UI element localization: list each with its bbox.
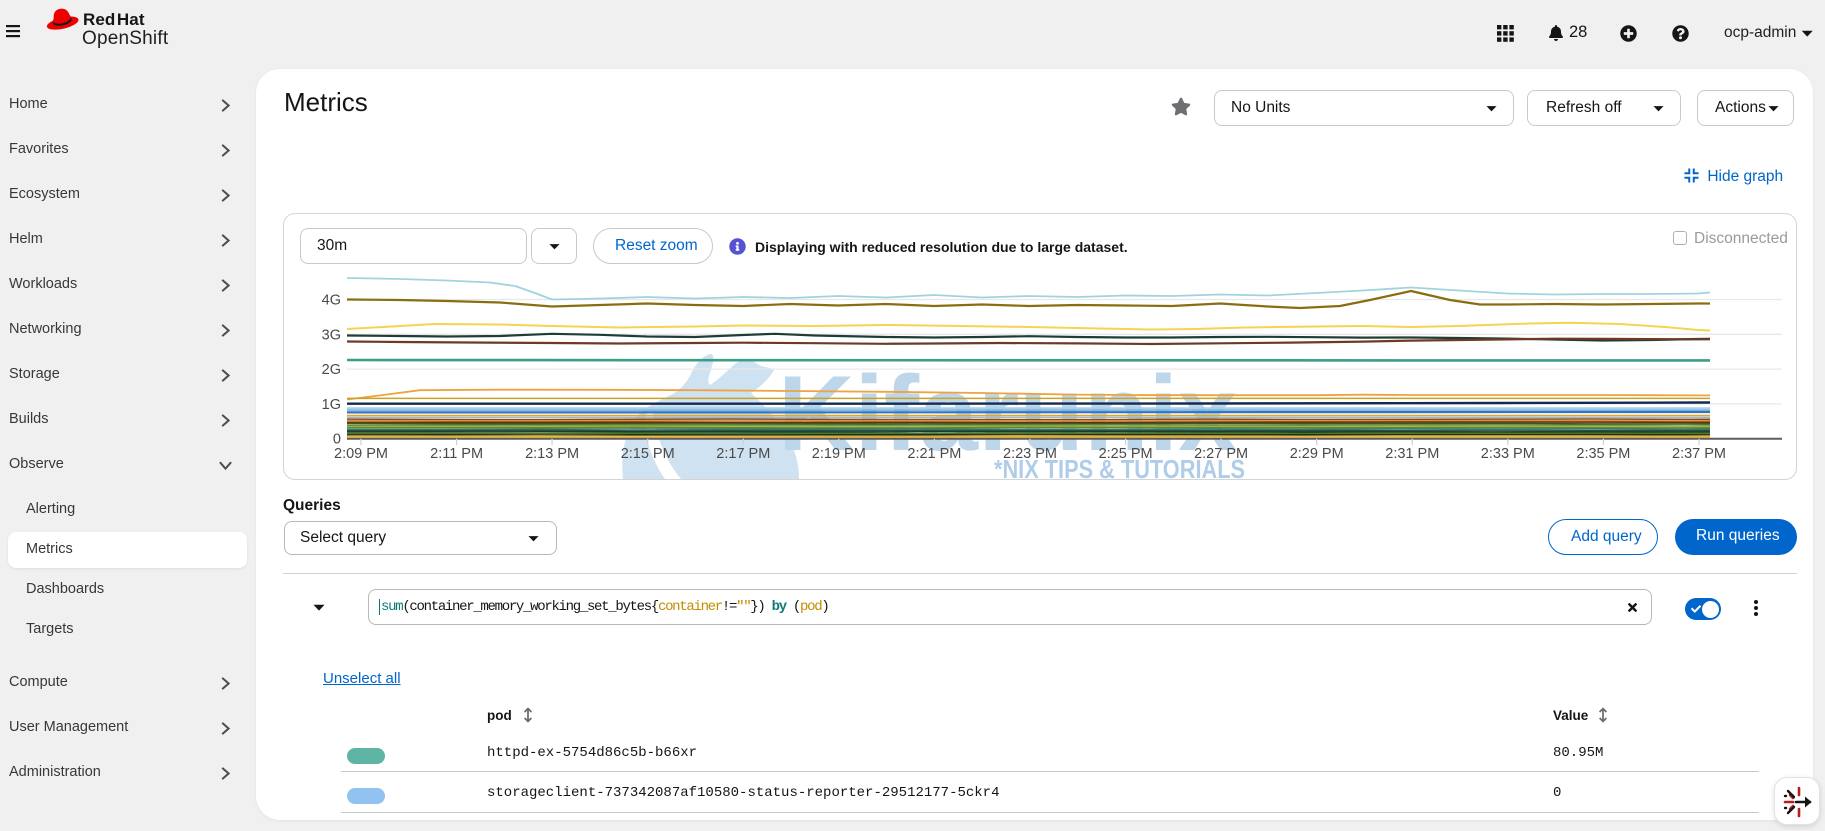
- svg-text:2:37 PM: 2:37 PM: [1672, 446, 1726, 462]
- svg-text:2:23 PM: 2:23 PM: [1003, 446, 1057, 462]
- svg-text:2:15 PM: 2:15 PM: [621, 446, 675, 462]
- svg-text:2:21 PM: 2:21 PM: [907, 446, 961, 462]
- svg-text:2:19 PM: 2:19 PM: [812, 446, 866, 462]
- svg-text:2:27 PM: 2:27 PM: [1194, 446, 1248, 462]
- svg-text:2:13 PM: 2:13 PM: [525, 446, 579, 462]
- svg-text:2:09 PM: 2:09 PM: [334, 446, 388, 462]
- svg-text:0: 0: [333, 432, 341, 448]
- svg-text:4G: 4G: [322, 293, 341, 309]
- svg-text:3G: 3G: [322, 327, 341, 343]
- svg-text:2:11 PM: 2:11 PM: [430, 446, 483, 462]
- svg-text:1G: 1G: [322, 397, 341, 413]
- svg-text:2G: 2G: [322, 362, 341, 378]
- svg-text:2:33 PM: 2:33 PM: [1481, 446, 1535, 462]
- svg-text:2:29 PM: 2:29 PM: [1290, 446, 1344, 462]
- svg-text:2:17 PM: 2:17 PM: [716, 446, 770, 462]
- svg-text:2:25 PM: 2:25 PM: [1099, 446, 1153, 462]
- svg-text:2:31 PM: 2:31 PM: [1385, 446, 1439, 462]
- svg-text:2:35 PM: 2:35 PM: [1576, 446, 1630, 462]
